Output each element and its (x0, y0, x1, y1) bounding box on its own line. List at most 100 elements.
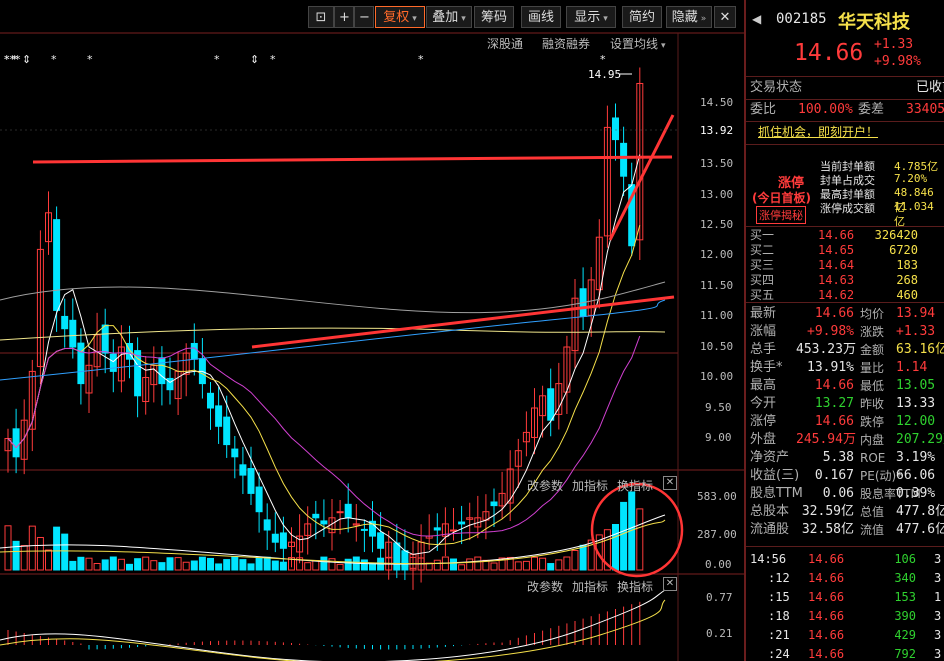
stock-change: +1.33 (874, 37, 914, 52)
vol-close-button[interactable]: ✕ (663, 476, 677, 490)
kline-chart-area[interactable]: * * ⇕ * * * ⇕ * * * *** ⊡ + − 复权 ▾ 叠加 ▾ 筹码 画线 显示 ▾ 简约… (0, 0, 744, 661)
stat-label: 今开 (750, 396, 777, 411)
stat-value: 477.8亿 (896, 504, 944, 519)
macd-dea-line (0, 599, 666, 661)
volume-bar (328, 558, 336, 571)
rzrq-link[interactable]: 融资融券 (542, 35, 590, 52)
stat-label: 总值 (860, 505, 885, 519)
volume-bar (255, 557, 263, 571)
macd-params-link[interactable]: 改参数 (527, 578, 563, 595)
zoom-out-button[interactable]: − (354, 6, 374, 28)
volume-bar (36, 537, 44, 571)
stat-label: 总手 (750, 342, 777, 357)
stat-value: 0.39% (896, 486, 936, 501)
volume-bar (571, 550, 579, 571)
minus-icon: − (359, 10, 370, 25)
candle-body (344, 503, 352, 519)
peak-price-label: 14.95 (588, 68, 622, 81)
vol-switch-link[interactable]: 换指标 (617, 477, 653, 494)
volume-bar (360, 559, 368, 571)
candle-body (312, 513, 320, 519)
volume-bar (215, 563, 223, 571)
trend-annotation-line (608, 114, 675, 241)
candle-body (223, 416, 231, 446)
chevron-down-icon: ▾ (412, 14, 417, 24)
macd-switch-link[interactable]: 换指标 (617, 578, 653, 595)
candle-body (279, 532, 287, 549)
huaxian-button[interactable]: 画线 (521, 6, 561, 28)
volume-bar (636, 508, 644, 571)
candle-body (377, 532, 385, 549)
candle-body (612, 117, 619, 141)
stat-value: 3.19% (896, 450, 936, 465)
tick-volume: 429 (894, 628, 916, 642)
lock-button[interactable]: ⊡ (308, 6, 334, 28)
candle-body (247, 468, 255, 494)
vol-params-link[interactable]: 改参数 (527, 477, 563, 494)
volume-bar (579, 544, 587, 571)
volume-bar (20, 545, 28, 571)
candle-body (215, 405, 223, 427)
event-marker: * (418, 53, 424, 66)
candle-body (433, 527, 441, 531)
volume-bar (263, 556, 271, 571)
zt-metric-label: 涨停成交额 (820, 202, 875, 215)
fuquan-label: 复权 (383, 10, 410, 25)
bid-price: 14.62 (818, 288, 855, 302)
macd-add-link[interactable]: 加指标 (572, 578, 608, 595)
zoom-in-button[interactable]: + (334, 6, 354, 28)
xianshi-dropdown[interactable]: 显示 ▾ (566, 6, 616, 28)
volume-bar (12, 540, 20, 571)
ma5-line (7, 154, 641, 555)
stat-value: 477.6亿 (896, 522, 944, 537)
tick-price: 14.66 (808, 647, 845, 661)
volume-bar (620, 501, 628, 571)
chouma-button[interactable]: 筹码 (474, 6, 514, 28)
kline-chart-svg[interactable]: * * ⇕ * * * ⇕ * * **** (0, 0, 744, 661)
tick-count: 3 (934, 647, 942, 661)
stat-value: 14.66 (814, 306, 854, 321)
volume-bar (271, 560, 279, 571)
stat-value: 63.16亿 (896, 342, 944, 357)
stat-value: 0.167 (814, 468, 854, 483)
volume-bar (28, 525, 36, 571)
diejia-dropdown[interactable]: 叠加 ▾ (426, 6, 472, 28)
candle-body (158, 357, 166, 385)
macd-close-button[interactable]: ✕ (663, 577, 677, 591)
stat-value: 66.06 (896, 468, 936, 483)
zt-reveal-button[interactable]: 涨停揭秘 (756, 206, 806, 224)
candle-body (231, 448, 239, 458)
zt-metric-value: 11.034亿 (894, 200, 934, 228)
volume-bar (190, 560, 198, 571)
tick-price: 14.66 (808, 590, 845, 604)
macd-axis-tick: 0.77 (706, 591, 733, 604)
stat-value: 13.05 (896, 378, 936, 393)
vol-add-link[interactable]: 加指标 (572, 477, 608, 494)
yincang-button[interactable]: 隐藏» (666, 6, 712, 28)
close-button[interactable]: ✕ (714, 6, 736, 28)
prev-stock-icon[interactable]: ◀ (752, 12, 761, 26)
stat-label: 收益(三) (750, 468, 800, 483)
event-marker: * (600, 53, 606, 66)
stat-label: ROE (860, 451, 886, 465)
stat-label: 外盘 (750, 432, 777, 447)
volume-bar (304, 562, 312, 571)
weibi-label: 委比 (750, 102, 777, 117)
price-axis-tick: 11.50 (700, 279, 734, 292)
stat-value: 12.00 (896, 414, 936, 429)
candle-body (101, 324, 109, 354)
quote-panel: ◀ 002185 华天科技 14.66 +1.33 +9.98% 交易状态 已收… (744, 0, 944, 661)
stat-value: 5.38 (822, 450, 854, 465)
tick-price: 14.66 (808, 552, 845, 566)
chevron-down-icon: ▾ (461, 14, 466, 24)
candle-body (239, 464, 247, 476)
promo-link[interactable]: 抓住机会，即刻开户！ (758, 123, 878, 140)
fuquan-dropdown[interactable]: 复权 ▾ (375, 6, 425, 28)
jianyue-button[interactable]: 简约 (622, 6, 662, 28)
sgt-link[interactable]: 深股通 (487, 35, 523, 52)
junxian-link[interactable]: 设置均线 ▾ (610, 35, 666, 52)
tick-count: 3 (934, 628, 942, 642)
price-axis-tick: 13.50 (700, 157, 734, 170)
volume-bar (474, 556, 482, 571)
stat-value: 13.27 (814, 396, 854, 411)
